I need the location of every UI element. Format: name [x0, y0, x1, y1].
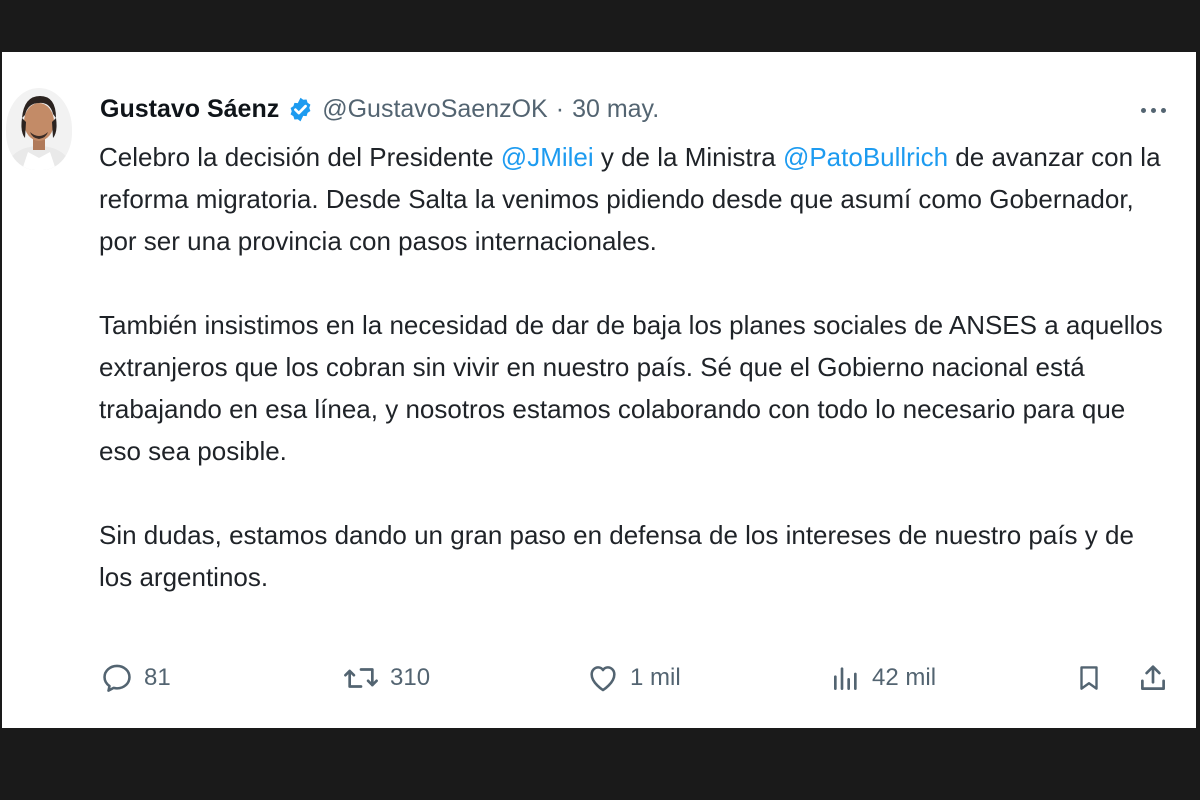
- tweet-paragraph-1: Celebro la decisión del Presidente @JMil…: [99, 136, 1169, 262]
- reply-icon: [100, 661, 134, 695]
- tweet-header: Gustavo Sáenz @GustavoSaenzOK · 30 may.: [100, 92, 659, 126]
- more-options-icon[interactable]: [1133, 100, 1173, 120]
- views-count: 42 mil: [872, 664, 937, 691]
- verified-badge-icon: [287, 96, 314, 123]
- share-icon: [1136, 661, 1170, 695]
- tweet-paragraph-3: Sin dudas, estamos dando un gran paso en…: [99, 520, 1134, 592]
- views-chart-icon: [830, 661, 862, 695]
- bookmark-icon: [1074, 661, 1104, 695]
- tweet-text: Celebro la decisión del Presidente @JMil…: [99, 136, 1169, 598]
- text-segment: y de la Ministra: [593, 142, 783, 172]
- tweet-date[interactable]: 30 may.: [572, 95, 659, 124]
- reply-button[interactable]: 81: [100, 656, 171, 700]
- tweet-paragraph-2: También insistimos en la necesidad de da…: [99, 310, 1163, 466]
- author-name[interactable]: Gustavo Sáenz: [100, 95, 279, 124]
- mention-link[interactable]: @JMilei: [501, 142, 594, 172]
- header-separator: ·: [555, 94, 565, 123]
- text-segment: Celebro la decisión del Presidente: [99, 142, 501, 172]
- bookmark-button[interactable]: [1074, 656, 1104, 700]
- retweet-count: 310: [390, 664, 431, 691]
- retweet-button[interactable]: 310: [342, 656, 430, 700]
- avatar[interactable]: [6, 88, 72, 170]
- views-button[interactable]: 42 mil: [830, 656, 936, 700]
- like-count: 1 mil: [630, 664, 681, 691]
- reply-count: 81: [144, 664, 171, 691]
- dot: [1140, 107, 1146, 113]
- screenshot-frame: Gustavo Sáenz @GustavoSaenzOK · 30 may. …: [0, 0, 1200, 800]
- tweet-actions: 81 310 1 mil 42 mil: [0, 656, 1200, 700]
- retweet-icon: [342, 661, 380, 695]
- mention-link[interactable]: @PatoBullrich: [783, 142, 948, 172]
- author-handle[interactable]: @GustavoSaenzOK: [322, 95, 548, 124]
- share-button[interactable]: [1136, 656, 1170, 700]
- dot: [1160, 107, 1166, 113]
- like-button[interactable]: 1 mil: [586, 656, 681, 700]
- heart-icon: [586, 661, 620, 695]
- dot: [1150, 107, 1156, 113]
